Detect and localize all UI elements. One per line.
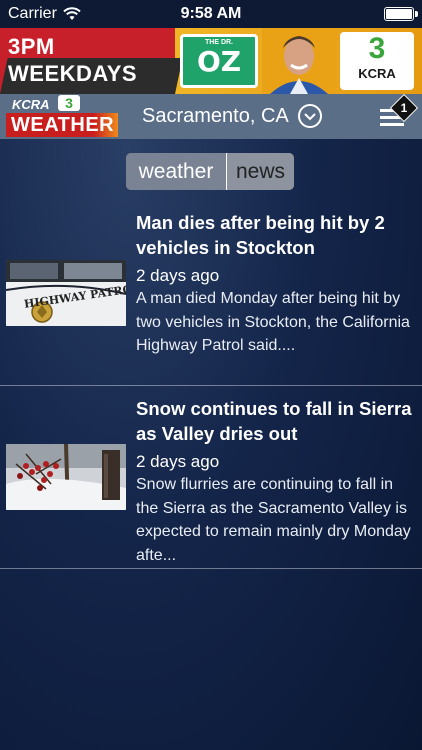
notification-badge-count: 1 — [400, 101, 408, 115]
ad-station-number: 3 — [368, 32, 386, 65]
news-time: 2 days ago — [136, 266, 220, 285]
carrier-label: Carrier — [8, 5, 57, 22]
news-title: Snow continues to fall in Sierra as Vall… — [136, 398, 412, 444]
chevron-down-icon — [304, 113, 316, 121]
news-text: Man dies after being hit by 2 vehicles i… — [136, 210, 414, 358]
ad-host-photo — [262, 28, 336, 94]
ad-kcra-logo: 3 KCRA — [340, 32, 414, 90]
logo-weather-text: WEATHER — [6, 113, 118, 137]
app-header: KCRA 3 WEATHER Sacramento, CA 1 — [0, 93, 422, 139]
wifi-icon — [63, 7, 81, 20]
news-description: Snow flurries are continuing to fall in … — [136, 476, 411, 564]
ad-show-big-text: OZ — [196, 45, 242, 78]
news-thumbnail-chp: HIGHWAY PATROL — [6, 260, 126, 326]
kcra-weather-logo[interactable]: KCRA 3 WEATHER — [6, 95, 122, 137]
news-thumbnail-snow — [6, 444, 126, 510]
ad-station-name: KCRA — [358, 66, 396, 81]
tab-weather[interactable]: weather — [126, 153, 226, 190]
news-text: Snow continues to fall in Sierra as Vall… — [136, 396, 414, 567]
news-item[interactable]: HIGHWAY PATROL Man dies after being hit … — [0, 200, 422, 386]
tab-news[interactable]: news — [226, 153, 294, 190]
menu-button[interactable]: 1 — [380, 93, 419, 128]
logo-station-number: 3 — [58, 95, 80, 111]
location-label[interactable]: Sacramento, CA — [142, 94, 289, 139]
news-description: A man died Monday after being hit by two… — [136, 290, 410, 354]
menu-icon-line — [380, 123, 404, 126]
ad-time-text: 3PM — [8, 34, 55, 59]
ad-show-logo: THE DR. OZ — [180, 34, 258, 88]
news-title: Man dies after being hit by 2 vehicles i… — [136, 212, 385, 258]
news-time: 2 days ago — [136, 452, 220, 471]
weather-news-toggle: weather news — [126, 153, 294, 190]
status-left: Carrier — [8, 5, 81, 23]
ad-weekdays-text: WEEKDAYS — [8, 61, 138, 86]
location-dropdown-button[interactable] — [298, 104, 322, 128]
battery-fill — [386, 9, 412, 19]
logo-station-text: KCRA — [12, 97, 50, 112]
battery-icon — [384, 7, 418, 21]
ad-banner[interactable]: 3PM WEEKDAYS THE DR. OZ 3 KCRA — [0, 28, 422, 94]
status-bar: Carrier 9:58 AM — [0, 0, 422, 28]
news-item[interactable]: Snow continues to fall in Sierra as Vall… — [0, 386, 422, 569]
